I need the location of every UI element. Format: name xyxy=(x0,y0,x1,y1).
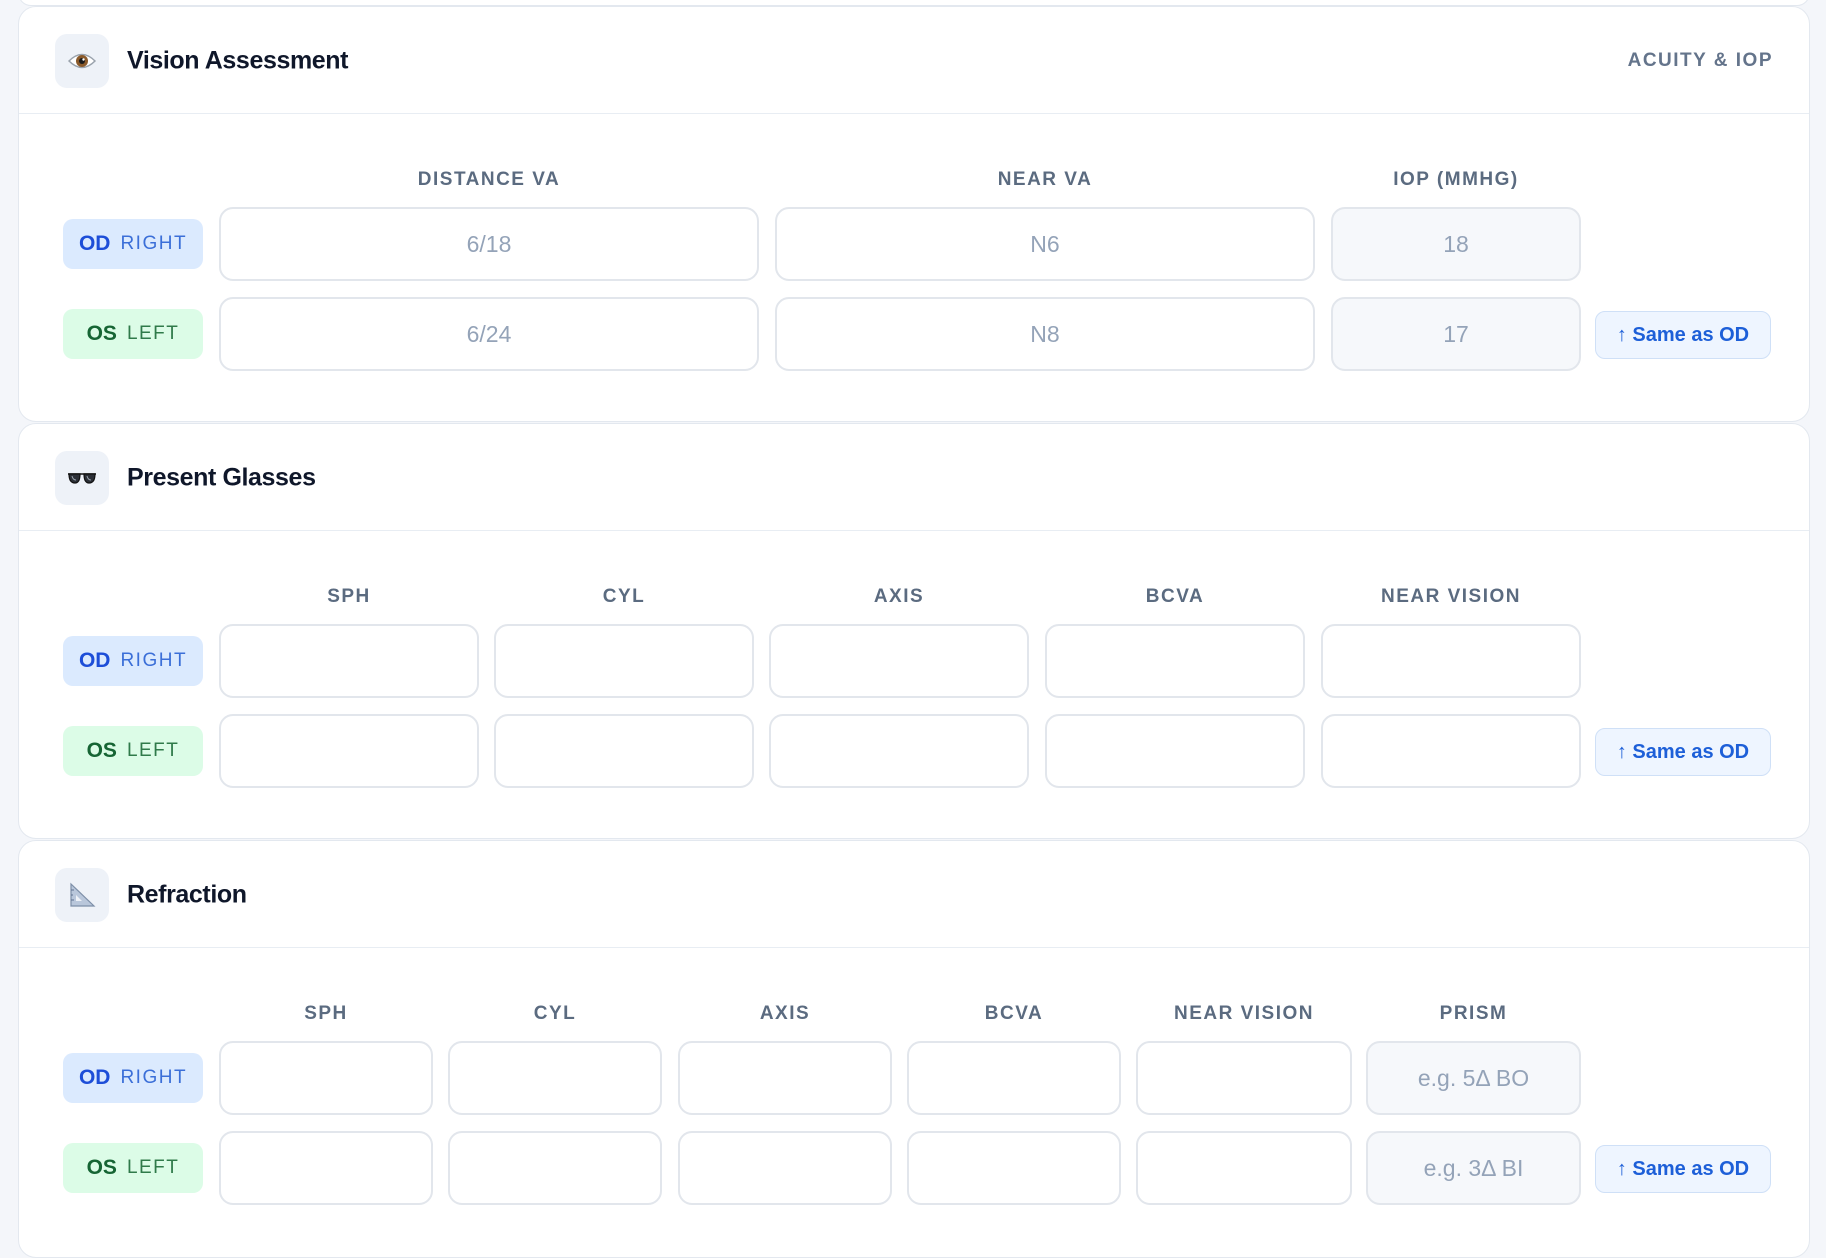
present-glasses-header: Present Glasses xyxy=(19,424,1809,531)
column-label-near-vision: NEAR VISION xyxy=(1380,586,1522,607)
refraction-card: Refraction SPH CYL AXIS BCVA NEAR VISION… xyxy=(18,840,1810,1258)
eye-icon-svg xyxy=(68,53,96,69)
od-near-va-input[interactable]: N6 xyxy=(775,207,1315,281)
os-left-badge: OS LEFT xyxy=(63,1143,203,1193)
refraction-header: Refraction xyxy=(19,841,1809,948)
eye-code: OS xyxy=(86,322,117,345)
same-as-od-button[interactable]: ↑ Same as OD xyxy=(1595,311,1771,359)
card-title: Vision Assessment xyxy=(127,46,349,75)
os-distance-va-input[interactable]: 6/24 xyxy=(219,297,759,371)
os-sph-input[interactable] xyxy=(219,714,479,788)
od-axis-input[interactable] xyxy=(678,1041,892,1115)
os-near-vision-input[interactable] xyxy=(1136,1131,1352,1205)
od-axis-input[interactable] xyxy=(769,624,1029,698)
os-cyl-input[interactable] xyxy=(448,1131,662,1205)
eye-side: LEFT xyxy=(126,1157,180,1178)
eye-code: OD xyxy=(78,232,111,255)
eye-side: RIGHT xyxy=(120,233,188,254)
os-bcva-input[interactable] xyxy=(907,1131,1121,1205)
od-bcva-input[interactable] xyxy=(1045,624,1305,698)
card-tag: ACUITY & IOP xyxy=(1627,50,1773,71)
column-label-near-vision: NEAR VISION xyxy=(1173,1003,1315,1024)
triangle-ruler-icon xyxy=(55,868,109,922)
column-label-cyl: CYL xyxy=(602,586,646,607)
os-bcva-input[interactable] xyxy=(1045,714,1305,788)
od-prism-input[interactable]: e.g. 5Δ BO xyxy=(1366,1041,1581,1115)
od-right-badge: OD RIGHT xyxy=(63,636,203,686)
eye-code: OS xyxy=(86,739,117,762)
present-glasses-card: Present Glasses SPH CYL AXIS BCVA NEAR V… xyxy=(18,423,1810,839)
triangle-ruler-icon-svg xyxy=(70,882,96,907)
column-label-bcva: BCVA xyxy=(984,1003,1044,1024)
od-bcva-input[interactable] xyxy=(907,1041,1121,1115)
card-title: Refraction xyxy=(127,880,247,909)
eye-side: RIGHT xyxy=(120,650,188,671)
od-right-badge: OD RIGHT xyxy=(63,219,203,269)
eye-code: OD xyxy=(78,649,111,672)
od-cyl-input[interactable] xyxy=(448,1041,662,1115)
od-iop-input[interactable]: 18 xyxy=(1331,207,1581,281)
eye-side: LEFT xyxy=(126,323,180,344)
vision-assessment-header: Vision Assessment ACUITY & IOP xyxy=(19,7,1809,114)
os-axis-input[interactable] xyxy=(769,714,1029,788)
column-label-axis: AXIS xyxy=(873,586,925,607)
os-left-badge: OS LEFT xyxy=(63,309,203,359)
card-title: Present Glasses xyxy=(127,463,316,492)
os-left-badge: OS LEFT xyxy=(63,726,203,776)
same-as-od-button[interactable]: ↑ Same as OD xyxy=(1595,728,1771,776)
os-prism-input[interactable]: e.g. 3Δ BI xyxy=(1366,1131,1581,1205)
od-near-vision-input[interactable] xyxy=(1136,1041,1352,1115)
column-label-cyl: CYL xyxy=(533,1003,577,1024)
column-label-iop: IOP (MMHG) xyxy=(1393,169,1519,190)
column-label-prism: PRISM xyxy=(1439,1003,1508,1024)
column-label-near-va: NEAR VA xyxy=(997,169,1093,190)
same-as-od-button[interactable]: ↑ Same as OD xyxy=(1595,1145,1771,1193)
os-near-va-input[interactable]: N8 xyxy=(775,297,1315,371)
column-label-bcva: BCVA xyxy=(1145,586,1205,607)
os-axis-input[interactable] xyxy=(678,1131,892,1205)
eye-side: LEFT xyxy=(126,740,180,761)
od-distance-va-input[interactable]: 6/18 xyxy=(219,207,759,281)
vision-assessment-card: Vision Assessment ACUITY & IOP DISTANCE … xyxy=(18,6,1810,422)
od-right-badge: OD RIGHT xyxy=(63,1053,203,1103)
glasses-icon-svg xyxy=(68,473,96,484)
eye-icon xyxy=(55,34,109,88)
od-near-vision-input[interactable] xyxy=(1321,624,1581,698)
os-cyl-input[interactable] xyxy=(494,714,754,788)
column-label-axis: AXIS xyxy=(759,1003,811,1024)
eye-code: OS xyxy=(86,1156,117,1179)
od-sph-input[interactable] xyxy=(219,1041,433,1115)
os-near-vision-input[interactable] xyxy=(1321,714,1581,788)
eye-side: RIGHT xyxy=(120,1067,188,1088)
column-label-sph: SPH xyxy=(304,1003,348,1024)
os-iop-input[interactable]: 17 xyxy=(1331,297,1581,371)
od-sph-input[interactable] xyxy=(219,624,479,698)
od-cyl-input[interactable] xyxy=(494,624,754,698)
glasses-icon xyxy=(55,451,109,505)
eye-code: OD xyxy=(78,1066,111,1089)
column-label-sph: SPH xyxy=(327,586,371,607)
column-label-distance-va: DISTANCE VA xyxy=(417,169,561,190)
os-sph-input[interactable] xyxy=(219,1131,433,1205)
